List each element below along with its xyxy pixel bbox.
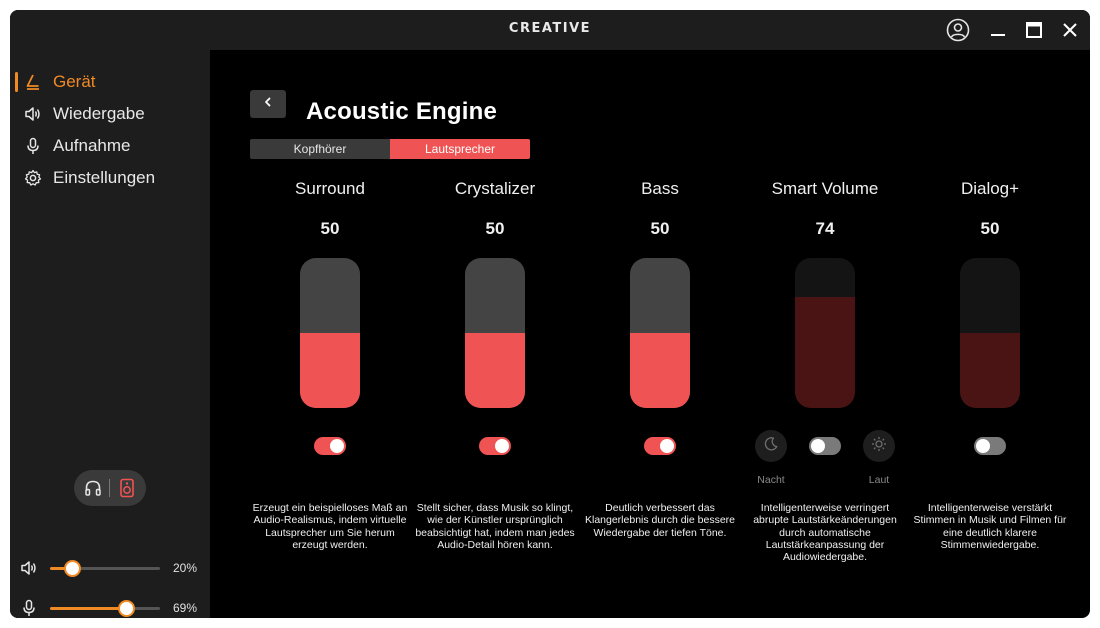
toggle-knob — [976, 439, 990, 453]
effect-description: Erzeugt ein beispielloses Maß an Audio-R… — [252, 502, 408, 551]
effect-name: Bass — [641, 179, 679, 198]
microphone-icon — [20, 599, 38, 617]
sidebar-item-wiedergabe[interactable]: Wiedergabe — [10, 100, 210, 128]
sidebar-item-label: Einstellungen — [53, 168, 156, 187]
effect-toggle[interactable] — [644, 437, 676, 455]
effect-value: 50 — [980, 219, 1000, 238]
effect-crystalizer: Crystalizer 50 Stellt sicher, dass Musik… — [415, 50, 575, 618]
speaker-box-icon[interactable] — [117, 478, 137, 498]
close-icon[interactable] — [1058, 18, 1082, 42]
toggle-knob — [495, 439, 509, 453]
app-window: CREATIVE Gerät Wiedergabe Aufnahme Einst… — [10, 10, 1090, 618]
device-icon — [24, 73, 42, 91]
sidebar-item-einstellungen[interactable]: Einstellungen — [10, 164, 210, 192]
sidebar-item-aufnahme[interactable]: Aufnahme — [10, 132, 210, 160]
slider-fill — [795, 297, 855, 408]
slider-fill — [50, 607, 126, 610]
moon-icon — [763, 436, 779, 457]
night-mode-label: Nacht — [757, 474, 785, 486]
main-panel: Acoustic Engine Kopfhörer Lautsprecher S… — [210, 50, 1090, 618]
effect-description: Intelligenterweise verringert abrupte La… — [753, 502, 897, 564]
headphones-icon[interactable] — [83, 478, 103, 498]
title-bar: CREATIVE — [10, 10, 1090, 50]
microphone-icon — [24, 137, 42, 155]
effect-name: Crystalizer — [454, 179, 536, 198]
loud-mode-label: Laut — [868, 474, 890, 486]
effect-toggle[interactable] — [314, 437, 346, 455]
effect-name: Surround — [295, 179, 365, 198]
effect-name: Smart Volume — [771, 179, 879, 198]
effect-name: Dialog+ — [960, 179, 1020, 198]
output-device-selector — [74, 470, 146, 506]
effect-level-slider[interactable] — [465, 258, 525, 408]
effect-surround: Surround 50 Erzeugt ein beispielloses Ma… — [250, 50, 410, 618]
effect-dialog-plus: Dialog+ 50 Intelligenterweise verstärkt … — [910, 50, 1070, 618]
slider-fill — [960, 333, 1020, 408]
divider — [109, 479, 110, 497]
toggle-knob — [811, 439, 825, 453]
effect-value: 50 — [650, 219, 670, 238]
mic-volume-row: 69% — [10, 596, 210, 618]
effect-level-slider[interactable] — [960, 258, 1020, 408]
slider-fill — [300, 333, 360, 408]
sidebar: Gerät Wiedergabe Aufnahme Einstellungen — [10, 50, 210, 618]
slider-fill — [465, 333, 525, 408]
mic-volume-slider[interactable] — [50, 600, 160, 617]
effect-bass: Bass 50 Deutlich verbessert das Klangerl… — [580, 50, 740, 618]
slider-handle[interactable] — [117, 600, 135, 617]
effect-smart-volume: Smart Volume 74 Nacht Laut Intelligenter… — [745, 50, 905, 618]
effect-description: Stellt sicher, dass Musik so klingt, wie… — [415, 502, 575, 551]
loud-mode-button[interactable] — [863, 430, 895, 462]
maximize-icon[interactable] — [1022, 18, 1046, 42]
effect-level-slider[interactable] — [795, 258, 855, 408]
slider-handle[interactable] — [64, 560, 81, 577]
playback-volume-value: 20% — [173, 561, 198, 575]
effect-toggle[interactable] — [974, 437, 1006, 455]
effect-description: Intelligenterweise verstärkt Stimmen in … — [913, 502, 1067, 551]
sun-icon — [871, 436, 887, 457]
toggle-knob — [660, 439, 674, 453]
effect-level-slider[interactable] — [300, 258, 360, 408]
night-mode-button[interactable] — [755, 430, 787, 462]
active-indicator — [15, 72, 18, 92]
effect-value: 74 — [815, 219, 835, 238]
effect-toggle[interactable] — [479, 437, 511, 455]
minimize-icon[interactable] — [986, 18, 1010, 42]
sidebar-item-label: Gerät — [53, 72, 96, 91]
effect-description: Deutlich verbessert das Klangerlebnis du… — [584, 502, 735, 539]
toggle-knob — [330, 439, 344, 453]
slider-fill — [630, 333, 690, 408]
sidebar-item-geraet[interactable]: Gerät — [10, 68, 210, 96]
account-icon[interactable] — [946, 18, 970, 42]
playback-volume-slider[interactable] — [50, 560, 160, 577]
sidebar-item-label: Wiedergabe — [53, 104, 145, 123]
speaker-icon — [24, 105, 42, 123]
sidebar-item-label: Aufnahme — [53, 136, 131, 155]
brand-logo: CREATIVE — [508, 21, 592, 36]
effect-value: 50 — [485, 219, 505, 238]
playback-volume-row: 20% — [10, 556, 210, 580]
effect-value: 50 — [320, 219, 340, 238]
effect-level-slider[interactable] — [630, 258, 690, 408]
effect-toggle[interactable] — [809, 437, 841, 455]
mic-volume-value: 69% — [173, 601, 198, 615]
speaker-icon — [20, 559, 38, 577]
gear-icon — [24, 169, 42, 187]
